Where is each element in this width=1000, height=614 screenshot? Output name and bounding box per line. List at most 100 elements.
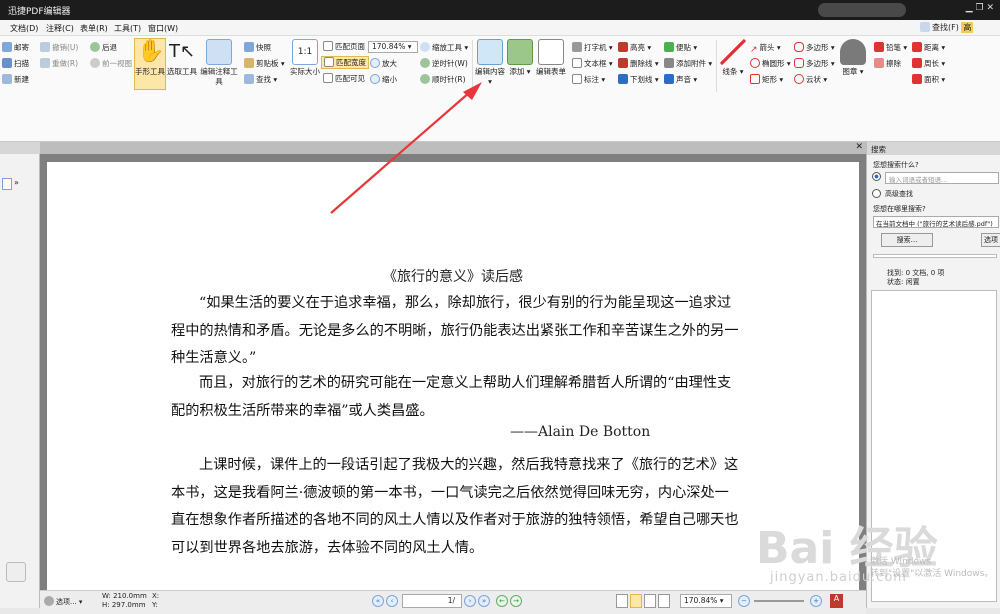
sound-button[interactable]: 声音 ▾	[664, 74, 697, 85]
attach-file-button[interactable]: 添加附件 ▾	[664, 58, 712, 69]
zoom-in-icon	[370, 58, 380, 68]
find-icon	[920, 22, 930, 32]
menu-form[interactable]: 表单(R)	[80, 23, 108, 34]
hand-icon: ✋	[137, 39, 165, 64]
zoom-out-icon	[370, 74, 380, 84]
edit-content-button[interactable]: 编辑内容 ▾	[474, 39, 506, 87]
next-page-button[interactable]: ›	[464, 595, 476, 607]
binoculars-icon	[244, 74, 254, 84]
paragraph-1: “如果生活的要义在于追求幸福，那么，除却旅行，很少有别的行为能呈现这一追求过程中…	[171, 295, 739, 366]
status-zoom-out-button[interactable]: −	[738, 595, 750, 607]
actual-size-button[interactable]: 1:1 实际大小	[289, 39, 321, 77]
user-account-blur	[818, 3, 906, 17]
next-view-button[interactable]: →	[510, 595, 522, 607]
eraser-button[interactable]: 擦除	[874, 58, 901, 69]
area-button[interactable]: 面积 ▾	[912, 74, 945, 85]
underline-button[interactable]: 下划线 ▾	[618, 74, 659, 85]
rotate-ccw-button[interactable]: 逆时针(W)	[420, 58, 468, 69]
forward-view-button[interactable]: 前一视图	[90, 58, 132, 69]
continuous-page-icon[interactable]	[630, 594, 642, 608]
mail-button[interactable]: 邮寄	[2, 42, 29, 53]
options-button[interactable]: 选项... ▾	[44, 596, 82, 607]
strikeout-icon	[618, 58, 628, 68]
advanced-search-label[interactable]: 高级查找	[885, 189, 913, 199]
perimeter-button[interactable]: 周长 ▾	[912, 58, 945, 69]
undo-button[interactable]: 撤销(U)	[40, 42, 78, 53]
rotate-cw-icon	[420, 74, 430, 84]
expand-panel-icon[interactable]: »	[14, 178, 19, 187]
add-button[interactable]: 添加 ▾	[506, 39, 534, 77]
document-title: 《旅行的意义》读后感	[383, 269, 523, 285]
scan-button[interactable]: 扫描	[2, 58, 29, 69]
pencil-button[interactable]: 铅笔 ▾	[874, 42, 907, 53]
mode-button[interactable]: 高	[961, 22, 974, 33]
select-tool-button[interactable]: T↖ 选取工具	[166, 39, 198, 77]
distance-button[interactable]: 距离 ▾	[912, 42, 945, 53]
status-zoom-select[interactable]: 170.84% ▾	[680, 594, 732, 608]
search-scope-select[interactable]: 在当前文档中 ("旅行的艺术读后感.pdf")	[873, 216, 999, 228]
menu-tools[interactable]: 工具(T)	[114, 23, 141, 34]
back-button[interactable]: 后退	[90, 42, 117, 53]
rotate-cw-button[interactable]: 顺时针(R)	[420, 74, 466, 85]
first-page-button[interactable]: «	[372, 595, 384, 607]
cloud-button[interactable]: 云状 ▾	[794, 74, 827, 85]
fit-width-button[interactable]: 匹配宽度	[321, 56, 369, 69]
textbox-button[interactable]: 文本框 ▾	[572, 58, 613, 69]
page-thumbnail-icon[interactable]	[2, 178, 12, 190]
prev-page-button[interactable]: ‹	[386, 595, 398, 607]
scan-icon	[2, 58, 12, 68]
pages-icon[interactable]	[6, 562, 26, 582]
simple-search-radio[interactable]	[872, 172, 881, 181]
new-button[interactable]: 新建	[2, 74, 29, 85]
typewriter-button[interactable]: 打字机 ▾	[572, 42, 613, 53]
search-button[interactable]: 搜索...	[881, 233, 933, 247]
polyline-button[interactable]: 多边形 ▾	[794, 58, 835, 69]
search-input[interactable]: 输入词语或者短语...	[885, 172, 999, 184]
search-status: 状态: 闲置	[887, 278, 920, 286]
single-page-icon[interactable]	[616, 594, 628, 608]
menu-annotate[interactable]: 注释(C)	[46, 23, 74, 34]
rectangle-button[interactable]: 矩形 ▾	[750, 74, 783, 85]
zoom-tool-button[interactable]: 缩放工具 ▾	[420, 42, 468, 53]
search-panel-header: 搜索	[867, 142, 1000, 155]
arrow-button[interactable]: ↗ 箭头 ▾	[750, 42, 781, 55]
strikeout-button[interactable]: 删除线 ▾	[618, 58, 659, 69]
zoom-out-button[interactable]: 缩小	[370, 74, 397, 85]
menu-window[interactable]: 窗口(W)	[148, 23, 178, 34]
polygon-button[interactable]: 多边形 ▾	[794, 42, 835, 53]
camera-icon	[244, 42, 254, 52]
arrow-icon: ↗	[750, 45, 758, 55]
advanced-search-radio[interactable]	[872, 189, 881, 198]
line-button[interactable]: 线条 ▾	[718, 39, 748, 77]
continuous-facing-icon[interactable]	[658, 594, 670, 608]
page-number-input[interactable]: 1/	[402, 594, 462, 608]
find-tool-button[interactable]: 查找 ▾	[244, 74, 277, 85]
search-options-button[interactable]: 选项	[981, 233, 1000, 247]
window-controls[interactable]: ▁ ❐ ✕	[914, 3, 994, 17]
edit-form-button[interactable]: 编辑表单	[534, 39, 568, 77]
hand-tool-button[interactable]: ✋ 手形工具	[134, 38, 166, 90]
zoom-select[interactable]: 170.84% ▾	[368, 41, 418, 53]
note-button[interactable]: 便贴 ▾	[664, 42, 697, 53]
clipboard-button[interactable]: 剪贴板 ▾	[244, 58, 285, 69]
fit-page-button[interactable]: 匹配页面	[323, 41, 365, 52]
actual-size-icon: 1:1	[292, 39, 318, 65]
callout-icon	[572, 74, 582, 84]
stamp-button[interactable]: 图章 ▾	[838, 39, 868, 77]
fit-visible-button[interactable]: 匹配可见	[323, 73, 365, 84]
gear-icon	[44, 596, 54, 606]
facing-page-icon[interactable]	[644, 594, 656, 608]
last-page-button[interactable]: »	[478, 595, 490, 607]
highlight-button[interactable]: 高亮 ▾	[618, 42, 651, 53]
find-button[interactable]: 查找(F) 高	[920, 22, 974, 33]
redo-button[interactable]: 重做(R)	[40, 58, 78, 69]
zoom-in-button[interactable]: 放大	[370, 58, 397, 69]
ellipse-button[interactable]: 椭圆形 ▾	[750, 58, 791, 69]
signature-line: ——Alain De Botton	[510, 424, 651, 440]
prev-view-button[interactable]: ←	[496, 595, 508, 607]
menu-document[interactable]: 文档(D)	[10, 23, 38, 34]
close-document-icon[interactable]: ✕	[855, 142, 863, 152]
annotation-tool-button[interactable]: 编辑注释工具	[198, 39, 240, 87]
callout-button[interactable]: 标注 ▾	[572, 74, 605, 85]
snapshot-button[interactable]: 快照	[244, 42, 271, 53]
